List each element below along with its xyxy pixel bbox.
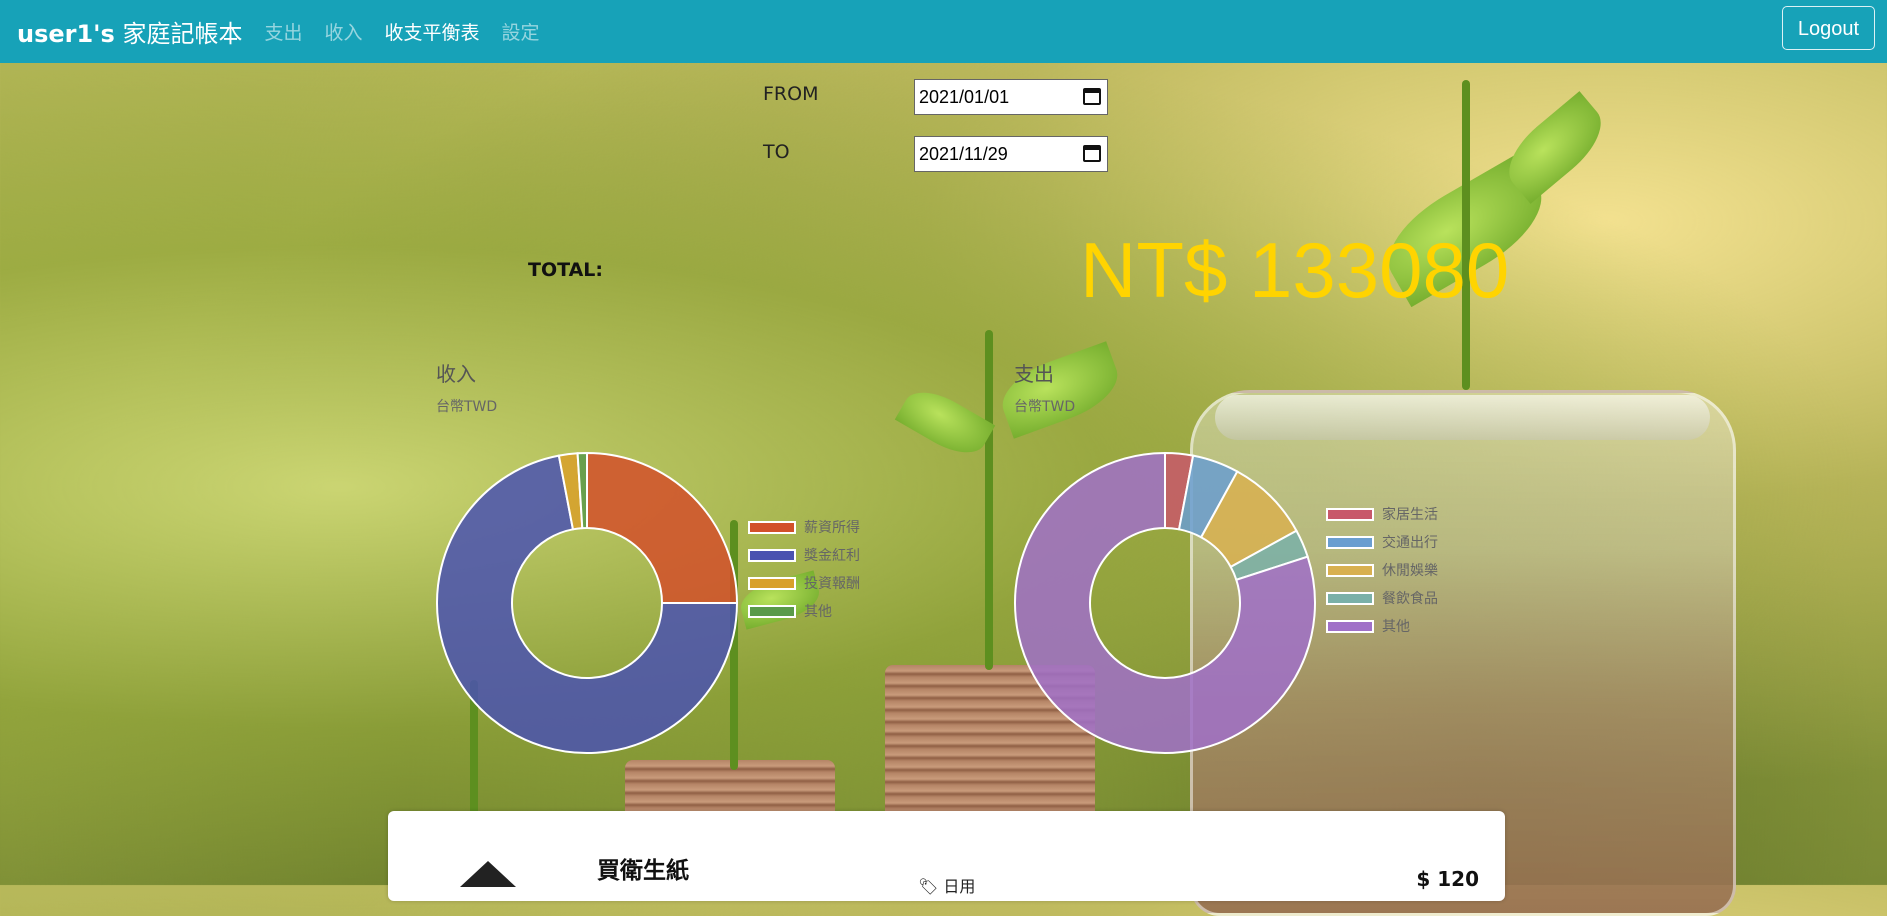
legend-swatch: [1326, 563, 1374, 577]
brand-title[interactable]: user1's 家庭記帳本: [17, 14, 242, 49]
legend-label: 其他: [1382, 619, 1410, 635]
expense-chart-legend: 家居生活交通出行休閒娛樂餐飲食品其他: [1326, 500, 1438, 640]
to-date-value: 2021/11/29: [919, 144, 1008, 164]
legend-label: 家居生活: [1382, 507, 1438, 523]
legend-swatch: [1326, 619, 1374, 633]
legend-item[interactable]: 薪資所得: [748, 513, 860, 541]
legend-swatch: [1326, 535, 1374, 549]
leaf-decoration: [993, 341, 1127, 439]
legend-label: 其他: [804, 604, 832, 620]
expense-chart-title: 支出: [1014, 362, 1054, 386]
income-chart-subtitle: 台幣TWD: [436, 399, 498, 415]
brand-app-name: 家庭記帳本: [122, 20, 243, 48]
nav-link-expense[interactable]: 支出: [264, 18, 302, 45]
record-category: 🏷 日用: [918, 877, 976, 896]
nav-link-balance-sheet[interactable]: 收支平衡表: [385, 18, 480, 45]
calendar-icon[interactable]: [1083, 88, 1101, 105]
legend-item[interactable]: 餐飲食品: [1326, 584, 1438, 612]
legend-label: 獎金紅利: [804, 548, 860, 564]
house-icon: [460, 861, 516, 887]
top-navbar: user1's 家庭記帳本 支出 收入 收支平衡表 設定 Logout: [0, 0, 1887, 63]
brand-user: user1's: [17, 20, 115, 48]
legend-label: 投資報酬: [804, 576, 860, 592]
income-chart-legend: 薪資所得獎金紅利投資報酬其他: [748, 513, 860, 625]
expense-donut-chart: [1014, 451, 1316, 754]
legend-label: 交通出行: [1382, 535, 1438, 551]
record-title: 買衛生紙: [597, 858, 689, 884]
legend-item[interactable]: 投資報酬: [748, 569, 860, 597]
legend-item[interactable]: 獎金紅利: [748, 541, 860, 569]
legend-swatch: [748, 548, 796, 562]
leaf-decoration: [894, 380, 996, 465]
income-chart-title: 收入: [436, 362, 476, 386]
from-date-value: 2021/01/01: [919, 87, 1010, 107]
legend-swatch: [1326, 591, 1374, 605]
from-label: FROM: [763, 83, 819, 105]
legend-label: 休閒娛樂: [1382, 563, 1438, 579]
donut-slice-1[interactable]: [586, 451, 739, 604]
legend-item[interactable]: 其他: [748, 597, 860, 625]
legend-swatch: [1326, 507, 1374, 521]
plant-stem-decoration: [985, 330, 993, 670]
legend-label: 薪資所得: [804, 520, 860, 536]
nav-link-income[interactable]: 收入: [324, 18, 362, 45]
record-amount: $ 120: [1416, 867, 1479, 891]
from-date-input[interactable]: 2021/01/01: [914, 79, 1108, 115]
income-donut-chart: [436, 451, 739, 754]
to-date-input[interactable]: 2021/11/29: [914, 136, 1108, 172]
legend-item[interactable]: 休閒娛樂: [1326, 556, 1438, 584]
total-value: NT$ 133080: [1080, 226, 1510, 314]
legend-label: 餐飲食品: [1382, 591, 1438, 607]
to-label: TO: [763, 141, 790, 163]
logout-button[interactable]: Logout: [1781, 6, 1875, 50]
calendar-icon[interactable]: [1083, 145, 1101, 162]
coin-jar-rim-decoration: [1215, 395, 1710, 440]
nav-link-settings[interactable]: 設定: [502, 18, 540, 45]
legend-item[interactable]: 家居生活: [1326, 500, 1438, 528]
legend-swatch: [748, 604, 796, 618]
legend-swatch: [748, 520, 796, 534]
expense-chart-subtitle: 台幣TWD: [1014, 399, 1076, 415]
legend-item[interactable]: 其他: [1326, 612, 1438, 640]
record-card[interactable]: 買衛生紙 🏷 日用 $ 120: [388, 811, 1505, 901]
legend-item[interactable]: 交通出行: [1326, 528, 1438, 556]
total-label: TOTAL:: [528, 259, 604, 281]
legend-swatch: [748, 576, 796, 590]
